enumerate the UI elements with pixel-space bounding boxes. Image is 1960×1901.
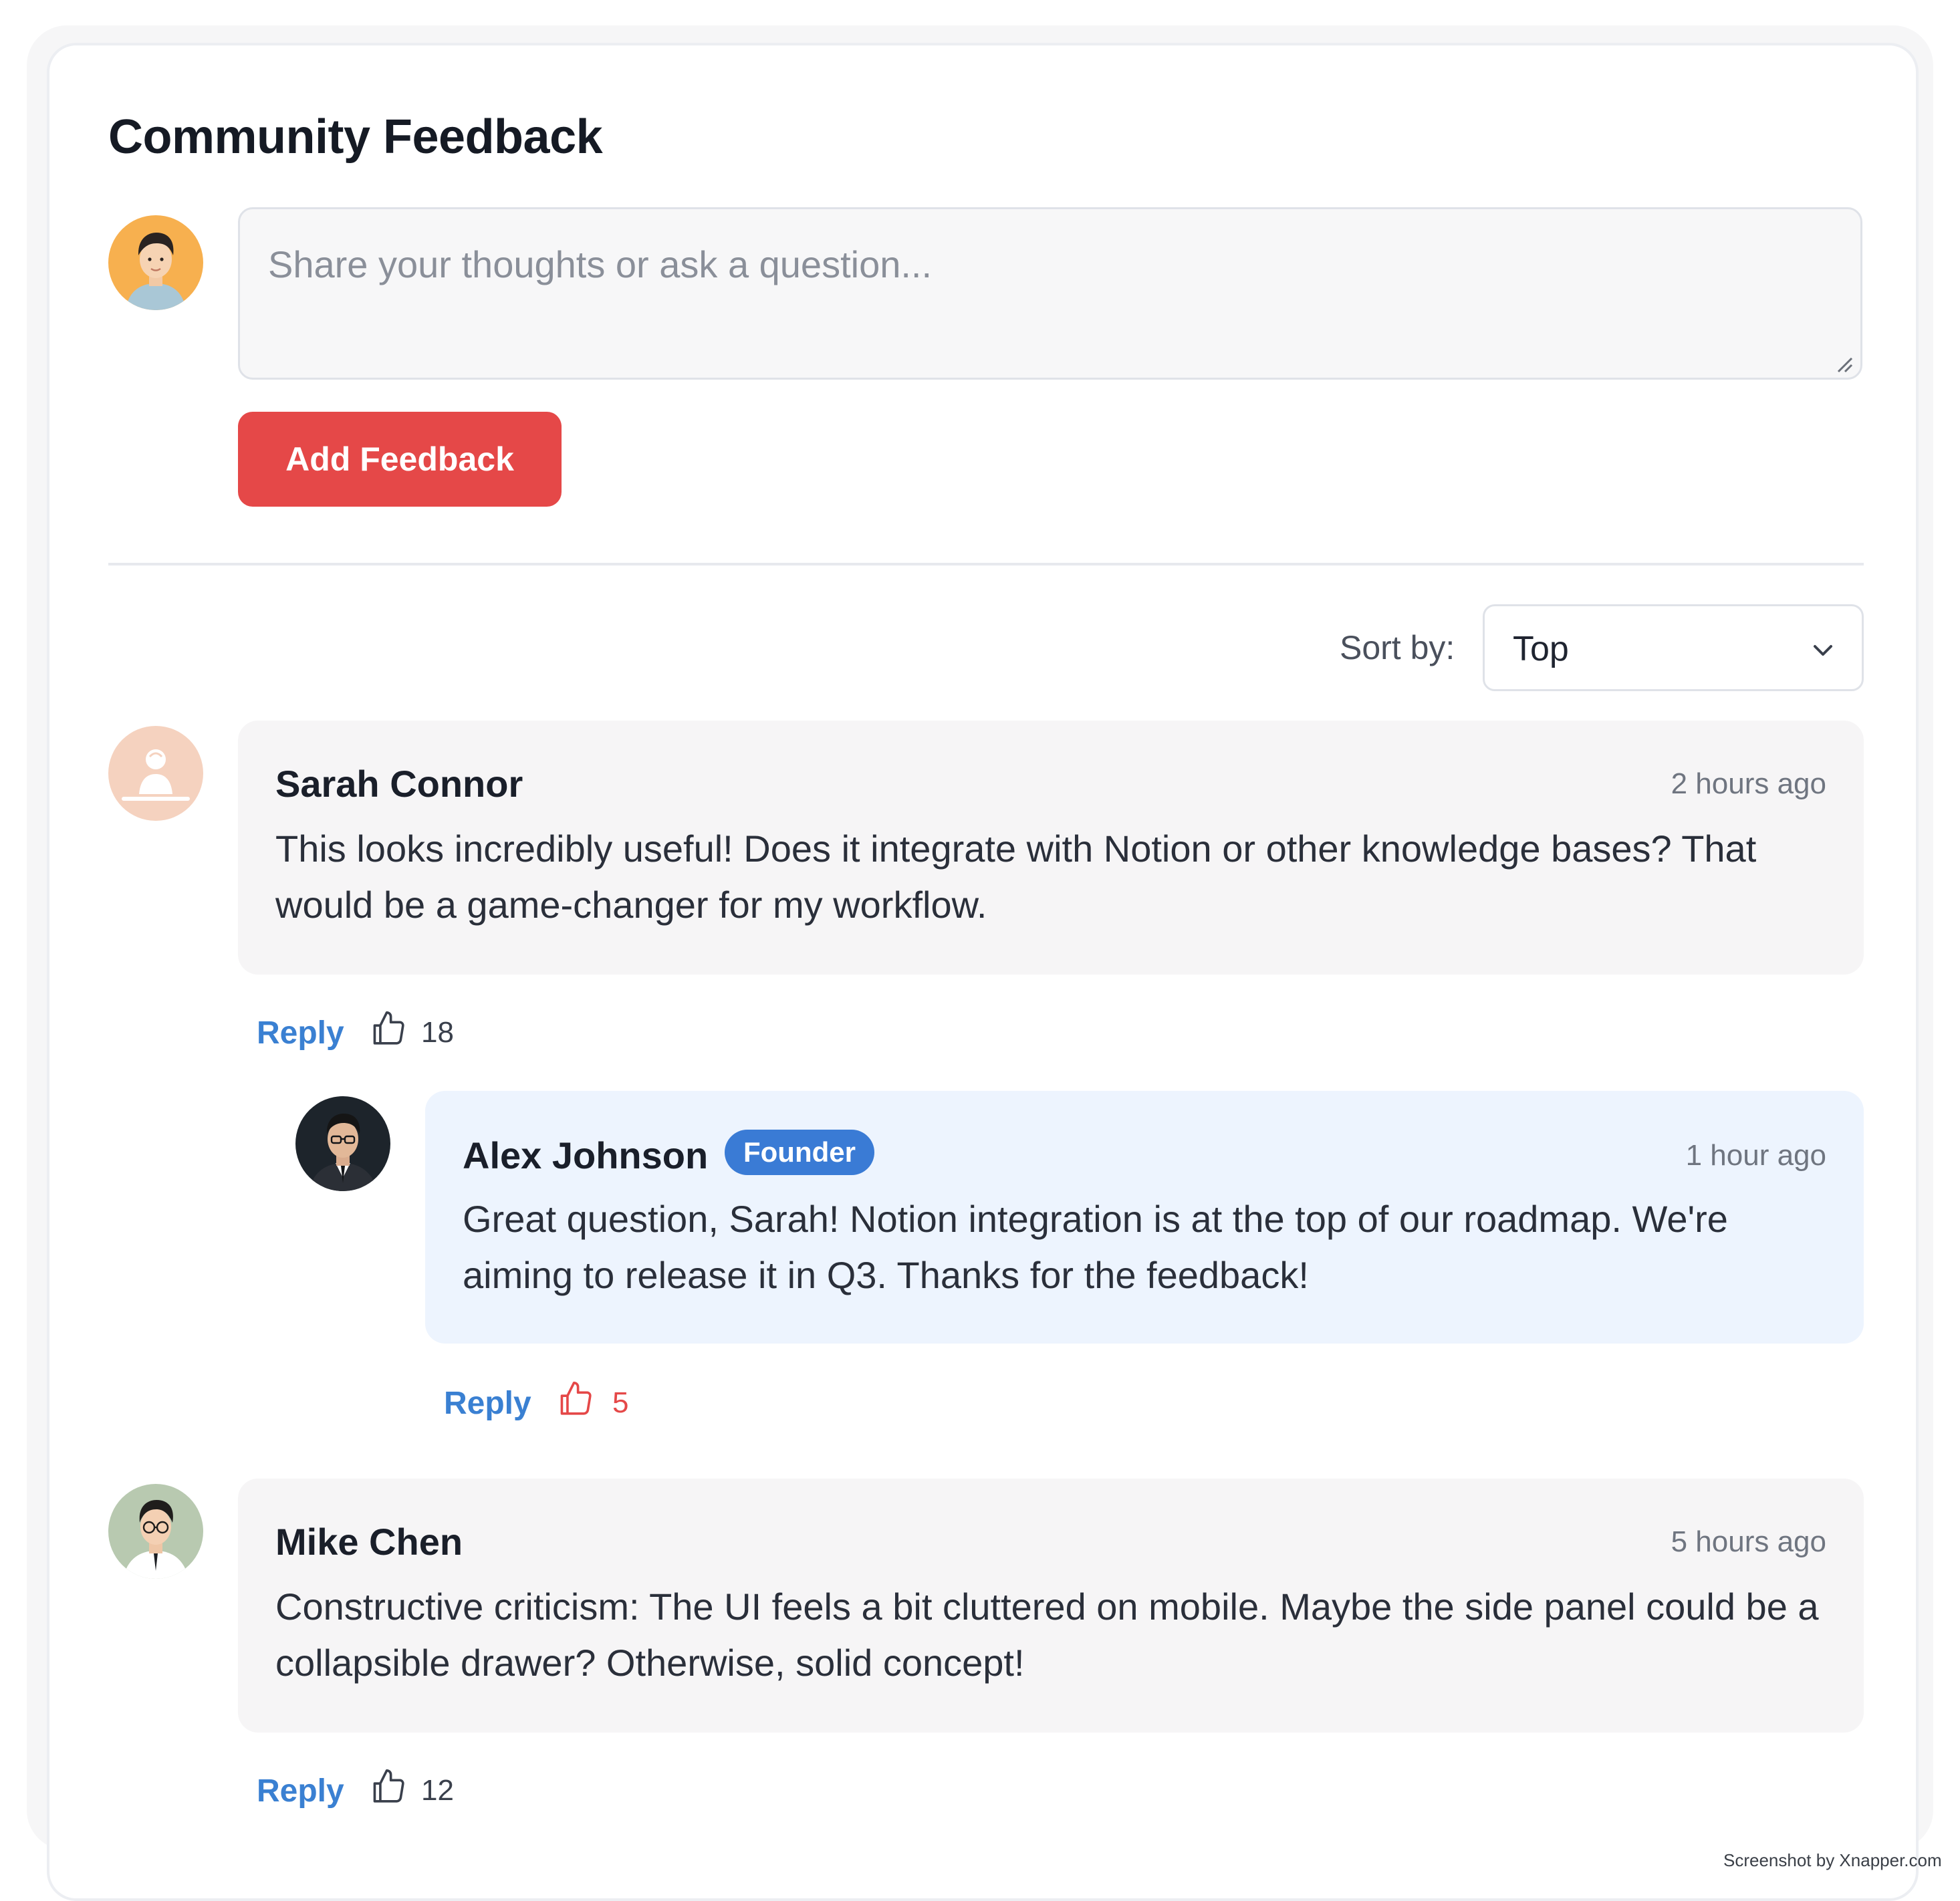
comment-timestamp: 1 hour ago (1685, 1139, 1826, 1172)
founder-badge: Founder (725, 1130, 874, 1175)
comment-author: Mike Chen (275, 1521, 463, 1563)
comment-text: This looks incredibly useful! Does it in… (275, 828, 1757, 926)
like-count: 12 (421, 1774, 454, 1807)
like-count: 18 (421, 1016, 454, 1049)
reply-bubble: Alex Johnson Founder 1 hour ago Great qu… (425, 1091, 1864, 1344)
current-user-avatar (108, 215, 203, 310)
comment-author: Alex Johnson (463, 1134, 709, 1176)
sort-selected-value: Top (1513, 630, 1569, 668)
add-feedback-button[interactable]: Add Feedback (238, 412, 562, 507)
thumbs-up-icon[interactable] (556, 1380, 595, 1418)
chevron-down-icon (1814, 645, 1832, 656)
comment-timestamp: 2 hours ago (1671, 767, 1826, 800)
comment-text: Great question, Sarah! Notion integratio… (463, 1198, 1728, 1296)
avatar (108, 1484, 203, 1579)
reply-button[interactable]: Reply (257, 1015, 344, 1051)
thumbs-up-icon[interactable] (369, 1767, 408, 1806)
avatar (108, 726, 203, 821)
comment-timestamp: 5 hours ago (1671, 1525, 1826, 1558)
feedback-card: Community Feedback Add Feedback Sort by:… (47, 43, 1919, 1901)
sort-label: Sort by: (1340, 629, 1455, 666)
comment-author: Sarah Connor (275, 763, 523, 805)
resize-grip-icon[interactable] (1834, 354, 1854, 374)
avatar (295, 1096, 390, 1191)
reply-button[interactable]: Reply (444, 1385, 531, 1422)
comment-bubble: Mike Chen 5 hours ago Constructive criti… (238, 1479, 1864, 1733)
divider (108, 563, 1864, 565)
feedback-input[interactable] (238, 207, 1862, 380)
comment-bubble: Sarah Connor 2 hours ago This looks incr… (238, 721, 1864, 975)
watermark: Screenshot by Xnapper.com (1723, 1850, 1942, 1870)
like-count: 5 (612, 1386, 629, 1419)
sort-select[interactable]: Top (1483, 604, 1864, 691)
thumbs-up-icon[interactable] (369, 1009, 408, 1048)
reply-button[interactable]: Reply (257, 1773, 344, 1809)
comment-text: Constructive criticism: The UI feels a b… (275, 1586, 1819, 1684)
page-title: Community Feedback (108, 110, 603, 164)
